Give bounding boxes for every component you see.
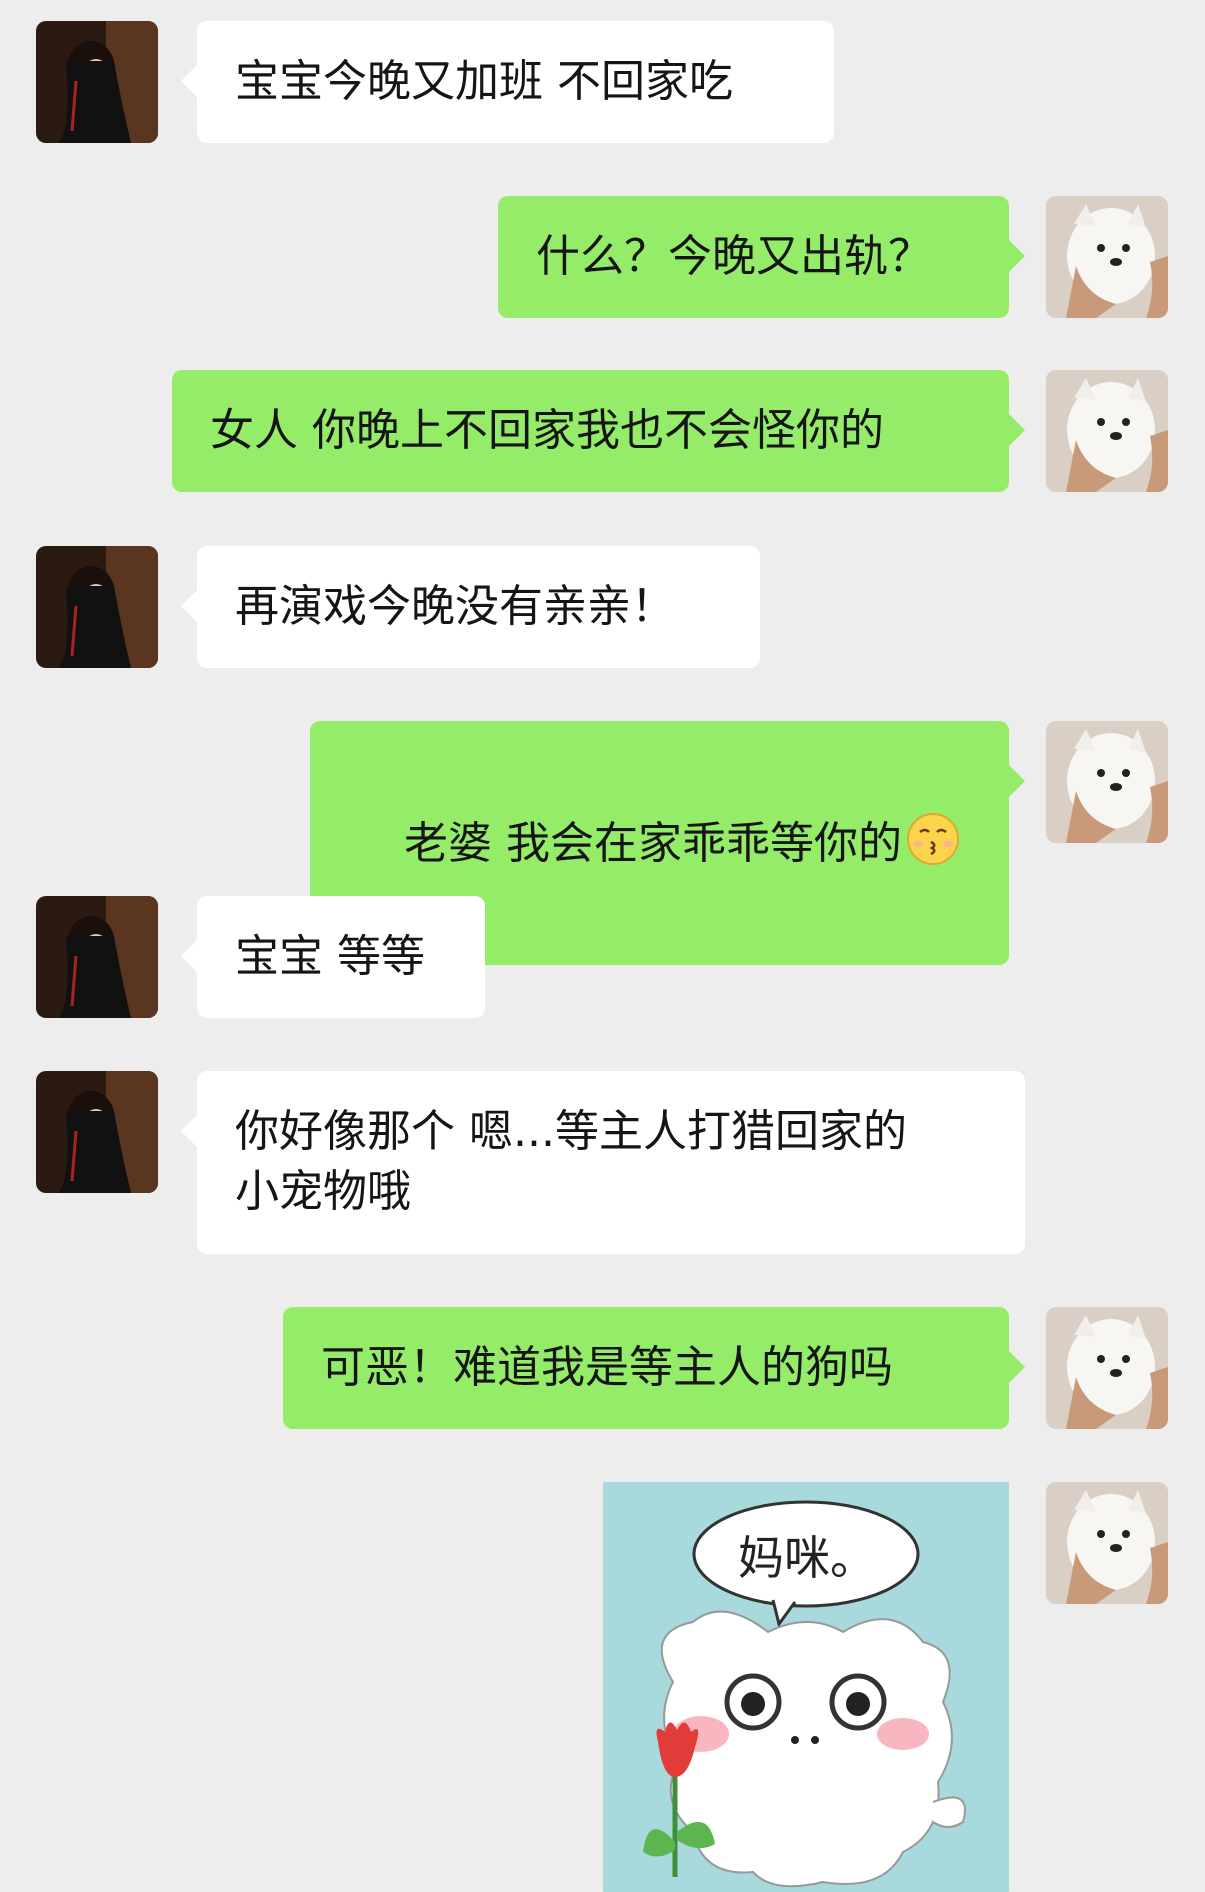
white-puppy-with-flower-sticker[interactable]: 妈咪。 — [603, 1482, 1009, 1892]
message-row: 女人 你晚上不回家我也不会怪你的 — [0, 370, 1205, 492]
received-message-bubble[interactable]: 宝宝今晚又加班 不回家吃 — [181, 21, 834, 143]
sent-message-bubble[interactable]: 女人 你晚上不回家我也不会怪你的 — [172, 370, 1025, 492]
message-row: 什么？今晚又出轨？ — [0, 196, 1205, 318]
sent-message-bubble[interactable]: 什么？今晚又出轨？ — [498, 196, 1025, 318]
samoyed-dog-avatar[interactable] — [1046, 370, 1168, 492]
received-message-bubble[interactable]: 再演戏今晚没有亲亲！ — [181, 546, 760, 668]
sent-message-bubble[interactable]: 可恶！难道我是等主人的狗吗 — [283, 1307, 1025, 1429]
message-row: 宝宝今晚又加班 不回家吃 — [0, 21, 1205, 143]
woman-avatar[interactable] — [36, 1071, 158, 1193]
woman-avatar[interactable] — [36, 21, 158, 143]
received-message-bubble[interactable]: 你好像那个 嗯...等主人打猎回家的 小宠物哦 — [181, 1071, 1025, 1254]
message-row: 你好像那个 嗯...等主人打猎回家的 小宠物哦 — [0, 1071, 1205, 1254]
message-row: 宝宝 等等 — [0, 896, 1205, 1018]
received-message-bubble[interactable]: 宝宝 等等 — [181, 896, 485, 1018]
woman-avatar[interactable] — [36, 546, 158, 668]
samoyed-dog-avatar[interactable] — [1046, 1482, 1168, 1604]
samoyed-dog-avatar[interactable] — [1046, 196, 1168, 318]
message-row: 老婆 我会在家乖乖等你的 — [0, 721, 1205, 965]
samoyed-dog-avatar[interactable] — [1046, 1307, 1168, 1429]
samoyed-dog-avatar[interactable] — [1046, 721, 1168, 843]
sticker-caption: 妈咪。 — [738, 1531, 876, 1585]
kissing-face-icon — [906, 812, 960, 866]
message-row: 妈咪。 — [0, 1482, 1205, 1892]
woman-avatar[interactable] — [36, 896, 158, 1018]
message-row: 再演戏今晚没有亲亲！ — [0, 546, 1205, 668]
message-text: 老婆 我会在家乖乖等你的 — [403, 818, 902, 869]
message-row: 可恶！难道我是等主人的狗吗 — [0, 1307, 1205, 1429]
